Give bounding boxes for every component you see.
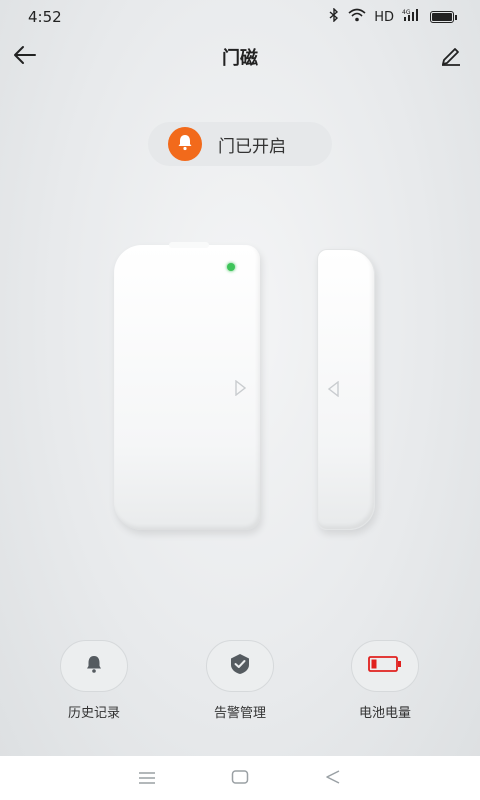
bell-icon: [176, 133, 194, 155]
page-title: 门磁: [222, 48, 258, 69]
history-label: 历史记录: [67, 706, 120, 721]
battery-low-icon: [368, 656, 402, 676]
action-bar: 历史记录 告警管理 电池电量: [0, 640, 480, 730]
status-led: [227, 263, 235, 271]
alarm-management-circle: [206, 640, 274, 692]
magnet-illustration: [317, 249, 375, 530]
home-icon: [231, 769, 249, 788]
back-triangle-icon: [325, 769, 341, 788]
history-button[interactable]: 历史记录: [39, 640, 149, 721]
clock: 4:52: [28, 8, 62, 26]
wifi-icon: [348, 8, 366, 26]
svg-text:4G: 4G: [402, 9, 411, 16]
history-button-circle: [60, 640, 128, 692]
system-nav-bar: [0, 756, 480, 800]
shield-check-icon: [228, 652, 252, 680]
status-icons: HD 4G: [328, 7, 457, 26]
triangle-left-icon: [327, 380, 340, 401]
home-button[interactable]: [225, 763, 255, 793]
alarm-bell-badge: [168, 127, 202, 161]
network-type-label: HD: [374, 9, 394, 25]
bluetooth-icon: [328, 7, 340, 26]
recent-apps-button[interactable]: [132, 763, 162, 793]
bell-icon: [84, 654, 104, 678]
battery-level-button[interactable]: 电池电量: [330, 640, 440, 721]
pencil-icon: [440, 44, 462, 70]
system-back-button[interactable]: [318, 763, 348, 793]
alarm-management-button[interactable]: 告警管理: [185, 640, 295, 721]
sensor-body-illustration: [114, 242, 260, 530]
battery-level-circle: [351, 640, 419, 692]
app-bar: 门磁: [0, 34, 480, 80]
alarm-management-label: 告警管理: [213, 706, 266, 721]
arrow-left-icon: [13, 45, 37, 69]
triangle-right-icon: [234, 379, 247, 400]
door-status-badge: 门已开启: [148, 122, 332, 166]
menu-icon: [138, 769, 156, 788]
battery-level-label: 电池电量: [358, 706, 411, 721]
sensor-top-edge: [169, 242, 209, 248]
status-bar: 4:52 HD 4G: [0, 0, 480, 34]
cell-signal-icon: 4G: [402, 8, 422, 26]
battery-status-icon: [430, 11, 457, 23]
back-button[interactable]: [10, 42, 40, 72]
door-status-text: 门已开启: [218, 136, 286, 157]
edit-button[interactable]: [436, 42, 466, 72]
